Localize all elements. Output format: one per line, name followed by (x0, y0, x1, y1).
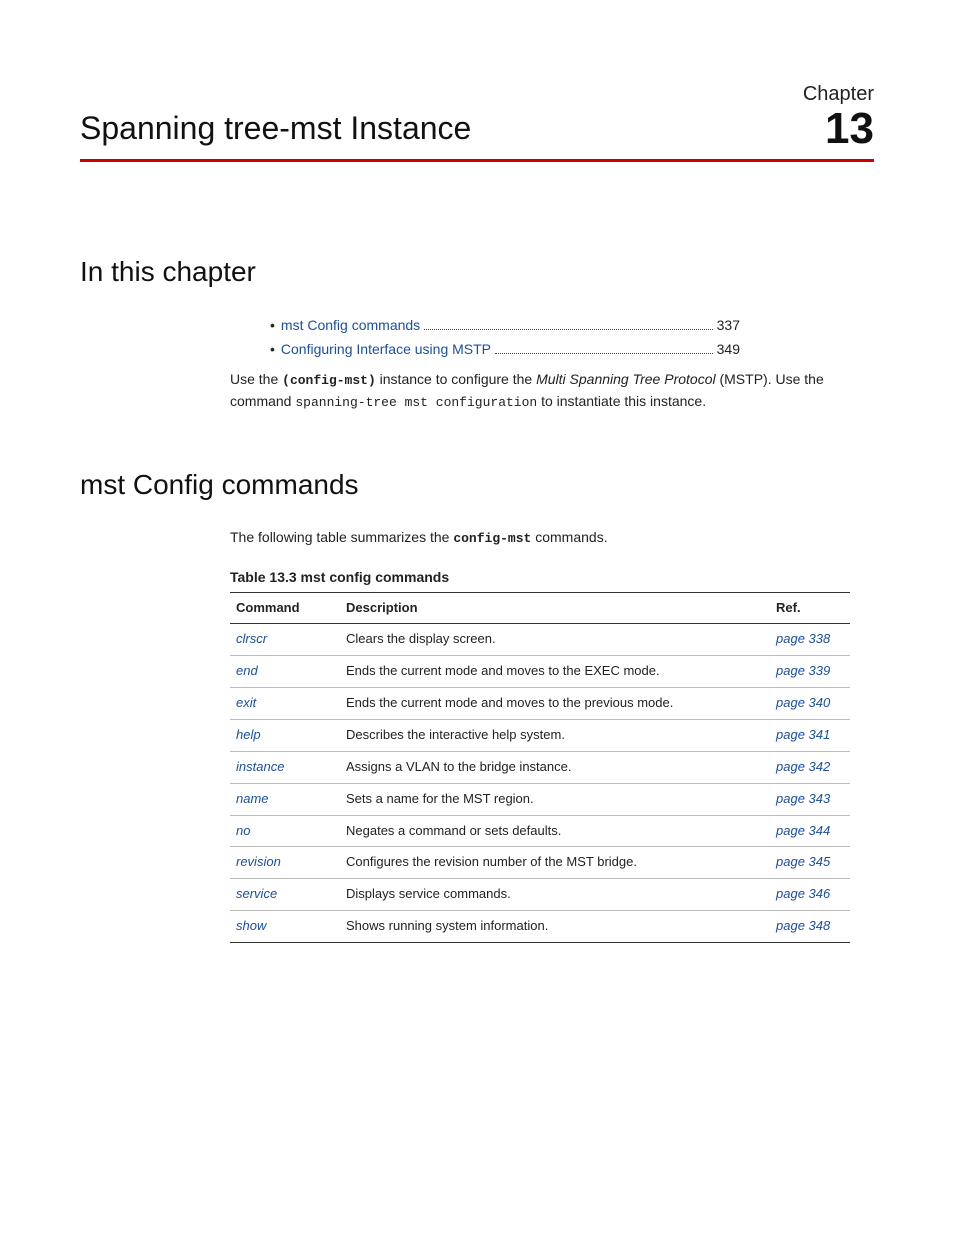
table-row: exitEnds the current mode and moves to t… (230, 688, 850, 720)
page-ref-link[interactable]: page 341 (770, 719, 850, 751)
bullet-icon: • (270, 339, 275, 359)
page-ref-link[interactable]: page 348 (770, 911, 850, 943)
command-link[interactable]: instance (230, 751, 340, 783)
table-row: endEnds the current mode and moves to th… (230, 656, 850, 688)
command-description: Configures the revision number of the MS… (340, 847, 770, 879)
command-description: Negates a command or sets defaults. (340, 815, 770, 847)
section-heading-in-this-chapter: In this chapter (80, 252, 874, 293)
command-link[interactable]: revision (230, 847, 340, 879)
toc: • mst Config commands 337 • Configuring … (270, 315, 874, 360)
command-link[interactable]: end (230, 656, 340, 688)
table-row: instanceAssigns a VLAN to the bridge ins… (230, 751, 850, 783)
toc-link[interactable]: mst Config commands (281, 315, 420, 335)
table-row: nameSets a name for the MST region.page … (230, 783, 850, 815)
command-description: Shows running system information. (340, 911, 770, 943)
command-description: Sets a name for the MST region. (340, 783, 770, 815)
page-ref-link[interactable]: page 346 (770, 879, 850, 911)
code-text: (config-mst) (282, 373, 376, 388)
table-header: Ref. (770, 592, 850, 624)
table-caption: Table 13.3 mst config commands (230, 567, 874, 587)
toc-item: • Configuring Interface using MSTP 349 (270, 339, 740, 359)
page-ref-link[interactable]: page 338 (770, 624, 850, 656)
chapter-title: Spanning tree-mst Instance (80, 105, 471, 151)
command-description: Assigns a VLAN to the bridge instance. (340, 751, 770, 783)
page-ref-link[interactable]: page 344 (770, 815, 850, 847)
bullet-icon: • (270, 315, 275, 335)
text: instance to configure the (376, 371, 536, 387)
command-description: Ends the current mode and moves to the p… (340, 688, 770, 720)
table-row: showShows running system information.pag… (230, 911, 850, 943)
command-link[interactable]: clrscr (230, 624, 340, 656)
command-link[interactable]: name (230, 783, 340, 815)
command-description: Displays service commands. (340, 879, 770, 911)
table-header: Description (340, 592, 770, 624)
text: Use the (230, 371, 282, 387)
command-link[interactable]: no (230, 815, 340, 847)
command-link[interactable]: service (230, 879, 340, 911)
code-text: spanning-tree mst configuration (295, 395, 537, 410)
page-ref-link[interactable]: page 340 (770, 688, 850, 720)
table-header-row: Command Description Ref. (230, 592, 850, 624)
chapter-label-box: Chapter 13 (803, 80, 874, 151)
chapter-header: Spanning tree-mst Instance Chapter 13 (80, 80, 874, 162)
section-intro: The following table summarizes the confi… (230, 527, 850, 549)
table-header: Command (230, 592, 340, 624)
command-link[interactable]: exit (230, 688, 340, 720)
italic-text: Multi Spanning Tree Protocol (536, 371, 716, 387)
page-ref-link[interactable]: page 345 (770, 847, 850, 879)
text: commands. (531, 529, 607, 545)
command-link[interactable]: help (230, 719, 340, 751)
page-ref-link[interactable]: page 339 (770, 656, 850, 688)
command-description: Describes the interactive help system. (340, 719, 770, 751)
commands-table: Command Description Ref. clrscrClears th… (230, 592, 850, 943)
command-link[interactable]: show (230, 911, 340, 943)
intro-paragraph: Use the (config-mst) instance to configu… (230, 369, 850, 413)
toc-dots (424, 329, 712, 330)
page-ref-link[interactable]: page 342 (770, 751, 850, 783)
toc-dots (495, 353, 713, 354)
section-heading-mst-config: mst Config commands (80, 465, 874, 506)
code-text: config-mst (453, 531, 531, 546)
toc-page: 337 (717, 315, 740, 335)
command-description: Clears the display screen. (340, 624, 770, 656)
table-row: clrscrClears the display screen.page 338 (230, 624, 850, 656)
toc-item: • mst Config commands 337 (270, 315, 740, 335)
command-description: Ends the current mode and moves to the E… (340, 656, 770, 688)
text: to instantiate this instance. (537, 393, 706, 409)
page-ref-link[interactable]: page 343 (770, 783, 850, 815)
table-row: revisionConfigures the revision number o… (230, 847, 850, 879)
table-row: noNegates a command or sets defaults.pag… (230, 815, 850, 847)
toc-page: 349 (717, 339, 740, 359)
table-row: helpDescribes the interactive help syste… (230, 719, 850, 751)
chapter-number: 13 (803, 107, 874, 151)
toc-link[interactable]: Configuring Interface using MSTP (281, 339, 491, 359)
text: The following table summarizes the (230, 529, 453, 545)
table-row: serviceDisplays service commands.page 34… (230, 879, 850, 911)
